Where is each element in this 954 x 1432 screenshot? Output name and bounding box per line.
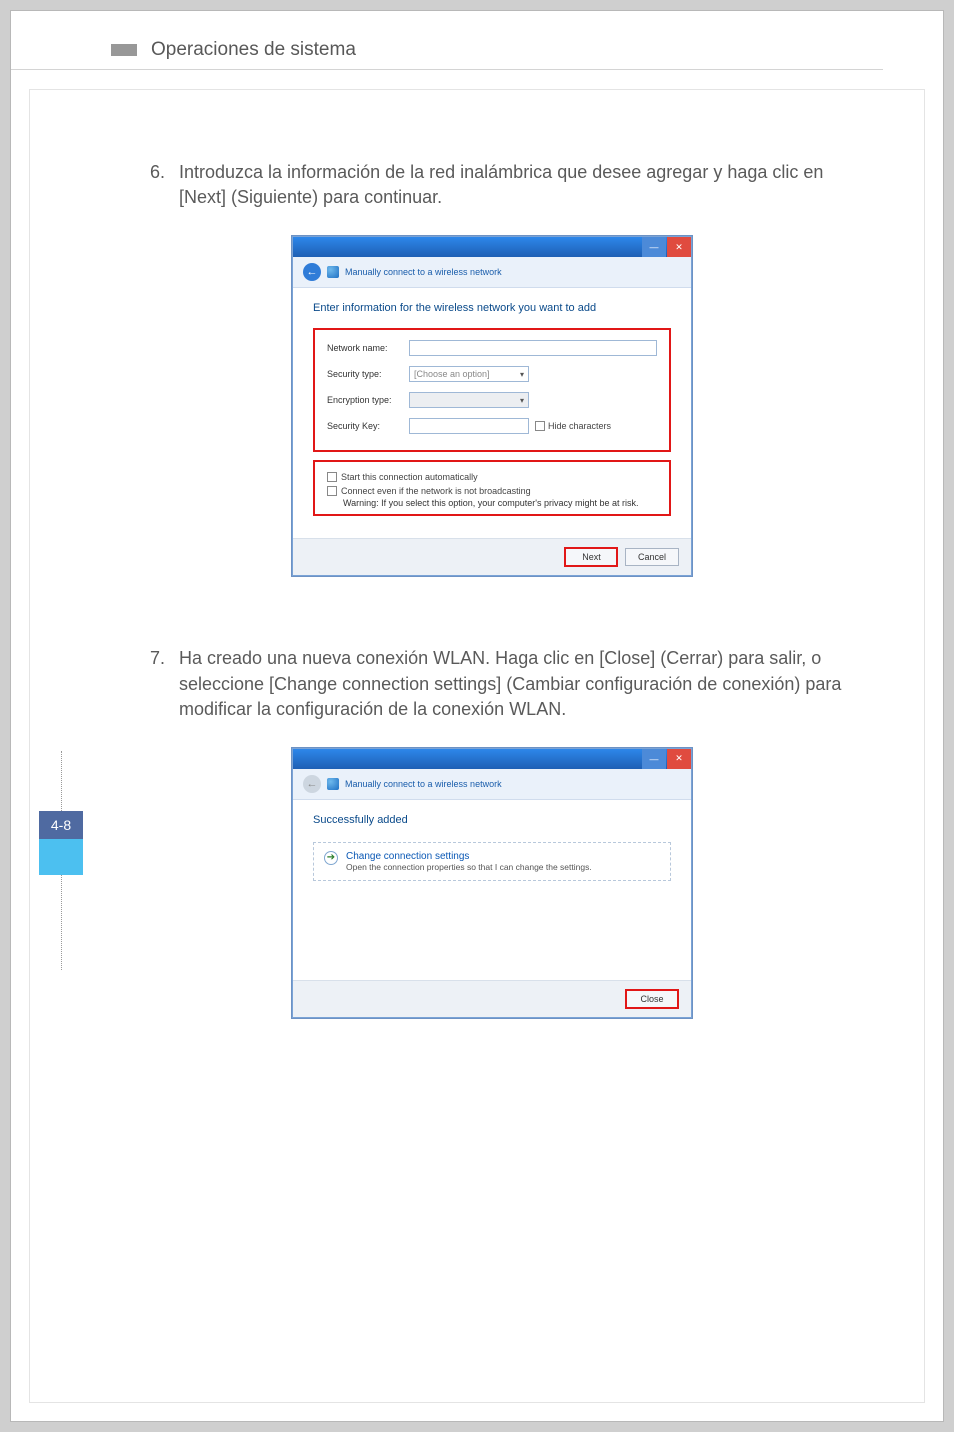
wizard-footer: Close — [293, 980, 691, 1017]
back-button[interactable]: ← — [303, 263, 321, 281]
warning-text: Warning: If you select this option, your… — [343, 498, 657, 508]
step-text: Ha creado una nueva conexión WLAN. Haga … — [179, 646, 843, 722]
change-settings-subtitle: Open the connection properties so that I… — [346, 862, 592, 872]
wizard-body: Enter information for the wireless netwo… — [293, 288, 691, 538]
highlighted-options-area: Start this connection automatically Conn… — [313, 460, 671, 516]
titlebar: — ✕ — [293, 749, 691, 769]
wireless-icon — [327, 778, 339, 790]
close-icon[interactable]: ✕ — [667, 749, 691, 769]
minimize-icon[interactable]: — — [642, 749, 666, 769]
arrow-right-icon: ➔ — [324, 851, 338, 865]
page-number: 4-8 — [39, 811, 83, 839]
label-encryption-type: Encryption type: — [327, 395, 409, 405]
wizard-footer: Next Cancel — [293, 538, 691, 575]
label-network-name: Network name: — [327, 343, 409, 353]
next-button[interactable]: Next — [564, 547, 618, 567]
breadcrumb-bar: ← Manually connect to a wireless network — [293, 257, 691, 288]
security-key-input[interactable] — [409, 418, 529, 434]
titlebar: — ✕ — [293, 237, 691, 257]
close-button[interactable]: Close — [625, 989, 679, 1009]
document-page: Operaciones de sistema 4-8 6. Introduzca… — [10, 10, 944, 1422]
page-header: Operaciones de sistema — [111, 39, 883, 61]
security-type-value: [Choose an option] — [414, 369, 490, 379]
close-icon[interactable]: ✕ — [667, 237, 691, 257]
header-title: Operaciones de sistema — [151, 39, 356, 61]
not-broadcasting-label: Connect even if the network is not broad… — [341, 486, 531, 496]
wireless-icon — [327, 266, 339, 278]
label-security-type: Security type: — [327, 369, 409, 379]
hide-characters-checkbox[interactable] — [535, 421, 545, 431]
change-settings-title: Change connection settings — [346, 851, 592, 862]
side-page-indicator: 4-8 — [39, 751, 83, 970]
highlighted-form-area: Network name: Security type: [Choose an … — [313, 328, 671, 452]
network-name-input[interactable] — [409, 340, 657, 356]
label-security-key: Security Key: — [327, 421, 409, 431]
start-auto-label: Start this connection automatically — [341, 472, 478, 482]
step-6: 6. Introduzca la información de la red i… — [141, 160, 843, 210]
chevron-down-icon: ▾ — [520, 370, 524, 379]
cancel-button[interactable]: Cancel — [625, 548, 679, 566]
hide-characters-label: Hide characters — [548, 421, 611, 431]
step-number: 6. — [141, 160, 165, 210]
wizard-add-network: — ✕ ← Manually connect to a wireless net… — [292, 236, 692, 576]
header-divider — [11, 69, 883, 70]
chevron-down-icon: ▾ — [520, 396, 524, 405]
encryption-type-select: ▾ — [409, 392, 529, 408]
start-auto-checkbox[interactable] — [327, 472, 337, 482]
step-7: 7. Ha creado una nueva conexión WLAN. Ha… — [141, 646, 843, 722]
wizard-success: — ✕ ← Manually connect to a wireless net… — [292, 748, 692, 1018]
step-number: 7. — [141, 646, 165, 722]
wizard-title: Manually connect to a wireless network — [345, 267, 502, 277]
page-number-accent — [39, 839, 83, 875]
change-settings-link[interactable]: ➔ Change connection settings Open the co… — [313, 842, 671, 881]
wizard-title: Manually connect to a wireless network — [345, 779, 502, 789]
step-text: Introduzca la información de la red inal… — [179, 160, 843, 210]
back-button-disabled: ← — [303, 775, 321, 793]
wizard-body: Successfully added ➔ Change connection s… — [293, 800, 691, 980]
breadcrumb-bar: ← Manually connect to a wireless network — [293, 769, 691, 800]
wizard-heading: Enter information for the wireless netwo… — [313, 302, 671, 314]
minimize-icon[interactable]: — — [642, 237, 666, 257]
security-type-select[interactable]: [Choose an option] ▾ — [409, 366, 529, 382]
wizard-heading: Successfully added — [313, 814, 671, 826]
header-decoration — [111, 44, 137, 56]
not-broadcasting-checkbox[interactable] — [327, 486, 337, 496]
